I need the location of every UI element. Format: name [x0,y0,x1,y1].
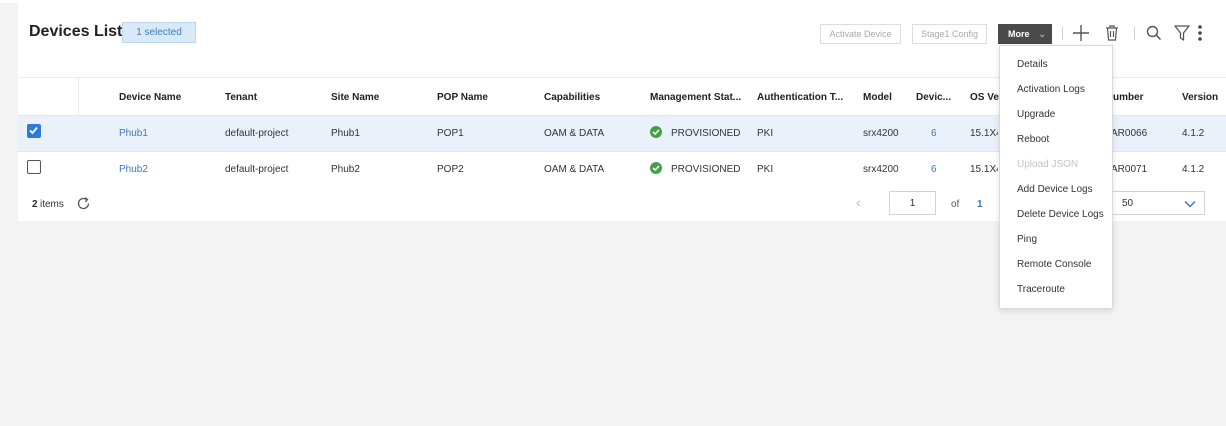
add-icon[interactable] [1071,23,1091,43]
toolbar-separator [1134,27,1135,40]
menu-item-delete-device-logs[interactable]: Delete Device Logs [1017,209,1104,220]
serial-number-cell: AR0066 [1111,128,1148,139]
of-label: of [951,199,960,210]
toolbar-separator [1062,27,1063,40]
item-count: 2 [32,199,38,210]
filter-icon[interactable] [1172,23,1192,43]
search-icon[interactable] [1144,23,1164,43]
management-status-cell: PROVISIONED [650,116,750,152]
tenant-cell: default-project [225,164,289,175]
more-dropdown-menu: Details Activation Logs Upgrade Reboot U… [999,45,1113,309]
total-pages: 1 [977,199,983,210]
column-header-management-status[interactable]: Management Stat... [650,78,750,117]
kebab-menu-icon[interactable] [1195,23,1205,43]
check-circle-icon [650,162,662,175]
site-name-cell: Phub1 [331,128,360,139]
more-button-label: More [1008,29,1030,39]
column-header-tenant[interactable]: Tenant [225,78,320,117]
column-header-pop-name[interactable]: POP Name [437,78,532,117]
management-status-cell: PROVISIONED [650,152,750,188]
chevron-down-icon [1184,197,1196,209]
authentication-cell: PKI [757,164,774,175]
menu-item-traceroute[interactable]: Traceroute [1017,284,1065,295]
items-label: items [40,199,64,210]
menu-item-details[interactable]: Details [1017,59,1048,70]
os-version-cell: 15.1X4 [970,164,998,175]
menu-item-reboot[interactable]: Reboot [1017,134,1049,145]
column-header-devices[interactable]: Devic... [916,78,961,117]
row-checkbox[interactable] [27,124,41,138]
column-header-capabilities[interactable]: Capabilities [544,78,639,117]
column-header-model[interactable]: Model [863,78,908,117]
model-cell: srx4200 [863,128,899,139]
column-header-authentication-type[interactable]: Authentication T... [757,78,857,117]
device-name-link[interactable]: Phub1 [119,116,214,152]
menu-item-upload-json: Upload JSON [1017,159,1079,170]
serial-number-cell: AR0071 [1111,164,1148,175]
menu-item-add-device-logs[interactable]: Add Device Logs [1017,184,1093,195]
site-name-cell: Phub2 [331,164,360,175]
management-status-text: PROVISIONED [671,164,741,175]
model-cell: srx4200 [863,164,899,175]
devices-count-link[interactable]: 6 [931,116,951,152]
version-cell: 4.1.2 [1182,128,1205,139]
refresh-icon[interactable] [75,195,92,212]
page-size-value: 50 [1122,198,1134,209]
menu-item-activation-logs[interactable]: Activation Logs [1017,84,1085,95]
page-title: Devices List [29,23,123,40]
page-size-select[interactable]: 50 [1112,191,1205,215]
pop-name-cell: POP1 [437,128,464,139]
menu-item-ping[interactable]: Ping [1017,234,1037,245]
more-button[interactable]: More ⌄ [998,24,1052,44]
menu-item-upgrade[interactable]: Upgrade [1017,109,1055,120]
capabilities-cell: OAM & DATA [544,164,605,175]
delete-icon[interactable] [1102,23,1122,43]
row-checkbox[interactable] [27,160,41,174]
previous-page-icon[interactable]: ‹ [856,194,861,210]
check-circle-icon [650,126,662,139]
capabilities-cell: OAM & DATA [544,128,605,139]
column-header-serial-number[interactable]: umber [1113,78,1173,117]
pop-name-cell: POP2 [437,164,464,175]
devices-count-link[interactable]: 6 [931,152,951,188]
column-divider [78,78,79,117]
column-header-site-name[interactable]: Site Name [331,78,426,117]
stage1-config-button[interactable]: Stage1 Config [912,24,987,44]
column-header-os-version[interactable]: OS Ver [970,78,1002,117]
os-version-cell: 15.1X4 [970,128,998,139]
column-header-version[interactable]: Version [1182,78,1226,117]
tenant-cell: default-project [225,128,289,139]
activate-device-button[interactable]: Activate Device [820,24,901,44]
menu-item-remote-console[interactable]: Remote Console [1017,259,1091,270]
page-number-input[interactable] [889,191,936,215]
management-status-text: PROVISIONED [671,128,741,139]
selected-count-badge: 1 selected [122,22,196,43]
column-header-device-name[interactable]: Device Name [119,78,214,117]
authentication-cell: PKI [757,128,774,139]
version-cell: 4.1.2 [1182,164,1205,175]
chevron-down-icon: ⌄ [1038,29,1046,39]
device-name-link[interactable]: Phub2 [119,152,214,188]
